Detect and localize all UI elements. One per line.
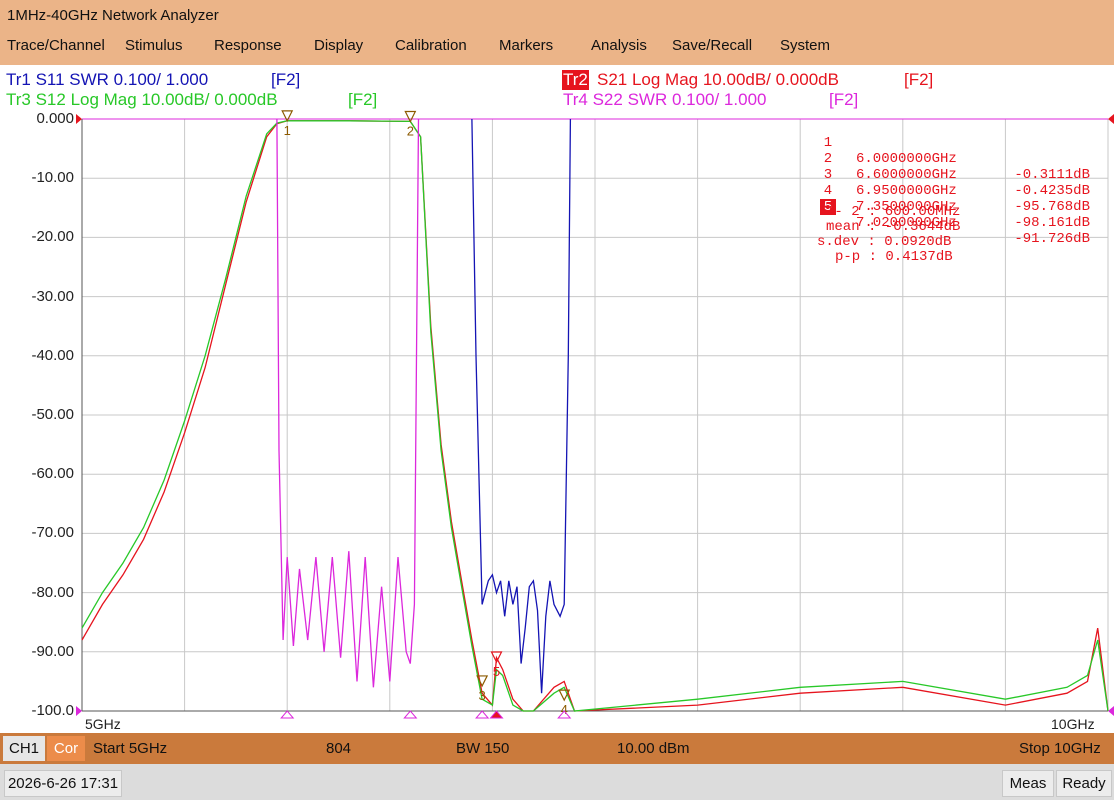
marker-3-axis-triangle (475, 710, 490, 719)
marker-4-label: 4 (561, 702, 568, 717)
window-title: 1MHz-40GHz Network Analyzer (7, 7, 219, 24)
datetime-display: 2026-6-26 17:31 (4, 770, 122, 797)
source-power[interactable]: 10.00 dBm (617, 740, 690, 757)
marker-row-5[interactable]: 5 7.0200000GHz -91.726dB (812, 183, 1090, 247)
title-bar: 1MHz-40GHz Network Analyzer (0, 0, 1114, 31)
menu-display[interactable]: Display (314, 37, 363, 54)
trace-tr4-s22 (276, 118, 420, 688)
marker-stat-pp: p-p : 0.4137dB (835, 249, 953, 265)
menu-calibration[interactable]: Calibration (395, 37, 467, 54)
reference-arrow-left-bottom (76, 706, 82, 716)
marker-stat-mean: mean : -0.3644dB (826, 219, 961, 235)
ready-indicator: Ready (1056, 770, 1112, 797)
menu-analysis[interactable]: Analysis (591, 37, 647, 54)
menu-save-recall[interactable]: Save/Recall (672, 37, 752, 54)
meas-indicator[interactable]: Meas (1002, 770, 1054, 797)
if-bandwidth[interactable]: BW 150 (456, 740, 509, 757)
channel-indicator[interactable]: CH1 (3, 736, 45, 761)
menu-markers[interactable]: Markers (499, 37, 553, 54)
reference-arrow-right-bottom (1108, 706, 1114, 716)
reference-arrow-left-top (76, 114, 82, 124)
marker-5-axis-triangle (489, 710, 504, 719)
marker-freq: 6.0000000GHz (856, 151, 957, 167)
menu-system[interactable]: System (780, 37, 830, 54)
marker-freq: 6.9500000GHz (856, 183, 957, 199)
menu-response[interactable]: Response (214, 37, 282, 54)
marker-1-axis-triangle (280, 710, 295, 719)
marker-glyphs: 1 2 3 4 5 (280, 110, 572, 719)
marker-1-label: 1 (284, 123, 291, 138)
marker-value: -95.768dB (1014, 199, 1090, 215)
marker-row-1[interactable]: 1 6.0000000GHz -0.3111dB (812, 119, 1090, 183)
menu-bar: Trace/Channel Stimulus Response Display … (0, 31, 1114, 65)
marker-2-axis-triangle (403, 710, 418, 719)
marker-value: -98.161dB (1014, 215, 1090, 231)
marker-stat-sdev: s.dev : 0.0920dB (817, 234, 952, 250)
measurement-screen: Tr1 S11 SWR 0.100/ 1.000 [F2] Tr2 S21 Lo… (0, 65, 1114, 733)
marker-2-glyph (404, 110, 417, 123)
stop-frequency[interactable]: Stop 10GHz (1019, 740, 1101, 757)
marker-3-label: 3 (479, 688, 486, 703)
start-frequency[interactable]: Start 5GHz (93, 740, 167, 757)
channel-status-bar: CH1 Cor Start 5GHz 804 BW 150 10.00 dBm … (0, 733, 1114, 764)
marker-row-4[interactable]: 4 7.3500000GHz -98.161dB (812, 167, 1090, 231)
menu-stimulus[interactable]: Stimulus (125, 37, 183, 54)
marker-2-label: 2 (407, 124, 414, 139)
sweep-points[interactable]: 804 (326, 740, 351, 757)
marker-value: -0.3111dB (1014, 167, 1090, 183)
marker-value: -91.726dB (1014, 231, 1090, 247)
correction-indicator[interactable]: Cor (47, 736, 85, 761)
menu-trace-channel[interactable]: Trace/Channel (7, 37, 105, 54)
reference-arrow-right-top (1108, 114, 1114, 124)
marker-table: 1 6.0000000GHz -0.3111dB 2 6.6000000GHz … (812, 119, 1090, 265)
marker-5-label: 5 (493, 664, 500, 679)
marker-row-2[interactable]: 2 6.6000000GHz -0.4235dB (812, 135, 1090, 199)
x-start-label: 5GHz (85, 716, 121, 732)
system-status-bar: 2026-6-26 17:31 Meas Ready (0, 764, 1114, 800)
marker-stat-span: 1- 2 : 600.00MHz (826, 204, 961, 220)
marker-row-3[interactable]: 3 6.9500000GHz -95.768dB (812, 151, 1090, 215)
marker-freq: 6.6000000GHz (856, 167, 957, 183)
x-stop-label: 10GHz (1051, 716, 1095, 732)
marker-value: -0.4235dB (1014, 183, 1090, 199)
trace-tr1-s11 (471, 118, 572, 694)
